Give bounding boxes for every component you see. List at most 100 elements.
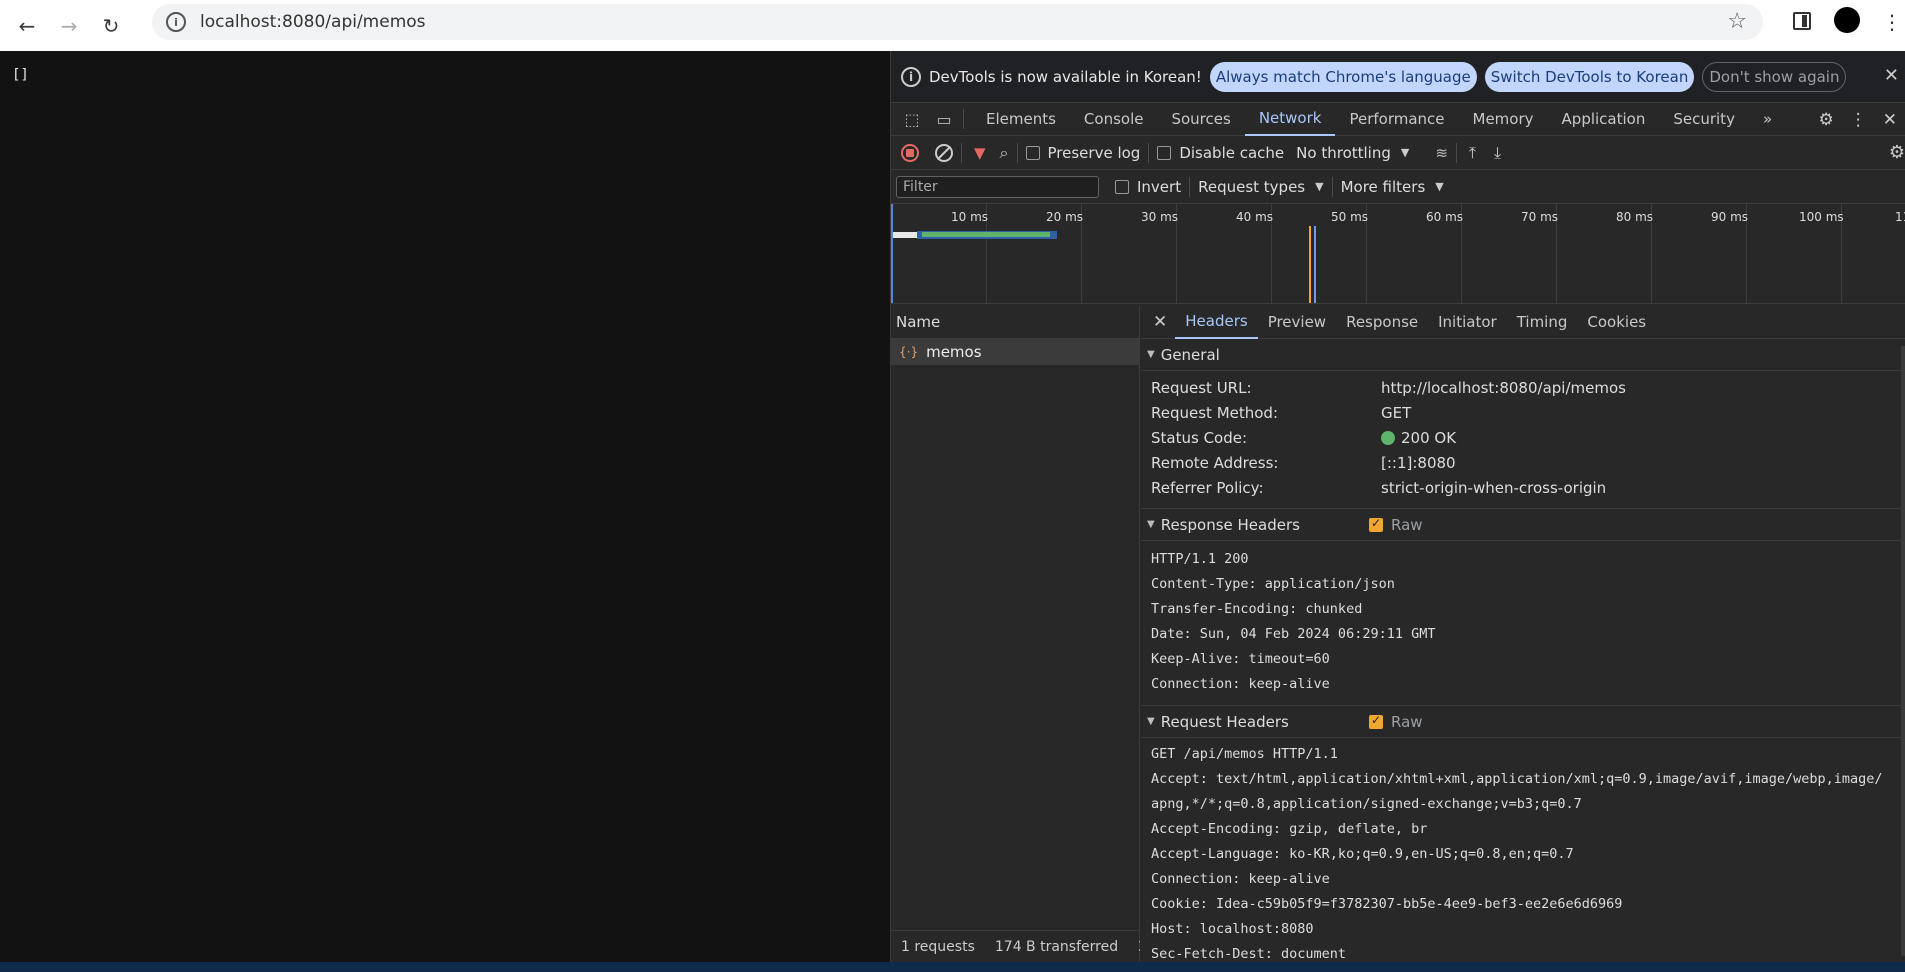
header-line: Transfer-Encoding: chunked bbox=[1151, 601, 1363, 617]
response-headers-section-header[interactable]: ▼ Response Headers Raw bbox=[1141, 509, 1905, 541]
device-toolbar-icon[interactable]: ▭ bbox=[933, 108, 955, 130]
network-overview-timeline[interactable]: 10 ms 20 ms 30 ms 40 ms 50 ms 60 ms 70 m… bbox=[891, 204, 1905, 304]
chevron-down-icon: ▼ bbox=[1400, 146, 1410, 159]
tab-performance[interactable]: Performance bbox=[1335, 103, 1458, 136]
json-file-icon: {·} bbox=[899, 345, 919, 359]
header-line: Keep-Alive: timeout=60 bbox=[1151, 651, 1330, 667]
search-icon[interactable]: ⌕ bbox=[1000, 143, 1009, 163]
tab-cookies[interactable]: Cookies bbox=[1577, 306, 1656, 339]
tick-label: 70 ms bbox=[1521, 210, 1559, 224]
request-count: 1 requests bbox=[901, 938, 975, 955]
network-conditions-icon[interactable]: ≋ bbox=[1435, 144, 1448, 162]
arrow-left-icon: ← bbox=[18, 13, 36, 38]
upload-icon[interactable]: ⤒ bbox=[1469, 143, 1476, 163]
more-filters-select[interactable]: More filters ▼ bbox=[1341, 178, 1444, 196]
list-item[interactable]: {·} memos bbox=[891, 339, 1139, 365]
invert-checkbox[interactable]: Invert bbox=[1115, 178, 1181, 196]
tab-console[interactable]: Console bbox=[1070, 103, 1158, 136]
match-language-button[interactable]: Always match Chrome's language bbox=[1209, 61, 1477, 92]
os-taskbar bbox=[0, 962, 1905, 972]
transferred-size: 174 B transferred bbox=[994, 938, 1119, 955]
header-line: Connection: keep-alive bbox=[1151, 871, 1330, 887]
tick-label: 60 ms bbox=[1426, 210, 1464, 224]
devtools-panel: i DevTools is now available in Korean! A… bbox=[890, 51, 1905, 962]
side-panel-icon[interactable] bbox=[1793, 12, 1811, 30]
status-extra: 2 bbox=[1128, 939, 1140, 955]
download-icon[interactable]: ⤓ bbox=[1494, 143, 1501, 163]
request-types-select[interactable]: Request types ▼ bbox=[1198, 178, 1324, 196]
header-line: apng,*/*;q=0.8,application/signed-exchan… bbox=[1151, 796, 1582, 812]
tab-response[interactable]: Response bbox=[1336, 306, 1428, 339]
gear-icon[interactable]: ⚙ bbox=[1889, 142, 1905, 163]
filter-icon[interactable]: ▼ bbox=[974, 144, 986, 162]
close-icon[interactable]: ✕ bbox=[1153, 312, 1167, 332]
request-name: memos bbox=[926, 343, 982, 361]
kebab-menu-icon[interactable]: ⋮ bbox=[1882, 10, 1902, 34]
star-icon[interactable]: ☆ bbox=[1727, 9, 1747, 34]
language-infobar: i DevTools is now available in Korean! A… bbox=[891, 51, 1905, 103]
switch-language-button[interactable]: Switch DevTools to Korean bbox=[1484, 61, 1695, 92]
arrow-right-icon: → bbox=[60, 13, 78, 38]
tab-memory[interactable]: Memory bbox=[1459, 103, 1548, 136]
header-line: Accept: text/html,application/xhtml+xml,… bbox=[1151, 771, 1883, 787]
request-list: Name {·} memos 1 requests 174 B transfer… bbox=[891, 306, 1140, 962]
tick-label: 11 bbox=[1895, 210, 1905, 224]
reload-button[interactable]: ↻ bbox=[96, 11, 126, 41]
close-icon[interactable]: ✕ bbox=[1883, 110, 1897, 130]
triangle-down-icon: ▼ bbox=[1147, 349, 1155, 360]
devtools-tabs: ⬚ ▭ Elements Console Sources Network Per… bbox=[891, 103, 1905, 136]
request-detail-panel: ✕ Headers Preview Response Initiator Tim… bbox=[1141, 306, 1905, 962]
header-line: Accept-Encoding: gzip, deflate, br bbox=[1151, 821, 1428, 837]
tab-preview[interactable]: Preview bbox=[1258, 306, 1336, 339]
general-row: Status Code: 200 OK bbox=[1151, 428, 1457, 447]
address-url[interactable]: localhost:8080/api/memos bbox=[200, 12, 426, 32]
dom-content-loaded-marker bbox=[1309, 226, 1311, 303]
dont-show-again-button[interactable]: Don't show again bbox=[1702, 61, 1847, 92]
tab-initiator[interactable]: Initiator bbox=[1428, 306, 1507, 339]
tab-elements[interactable]: Elements bbox=[972, 103, 1070, 136]
back-button[interactable]: ← bbox=[12, 11, 42, 41]
info-icon[interactable]: i bbox=[166, 12, 186, 32]
header-line: Accept-Language: ko-KR,ko;q=0.9,en-US;q=… bbox=[1151, 846, 1574, 862]
load-marker bbox=[1314, 226, 1316, 303]
header-line: Host: localhost:8080 bbox=[1151, 921, 1314, 937]
detail-tabs: ✕ Headers Preview Response Initiator Tim… bbox=[1141, 306, 1905, 339]
address-bar[interactable]: i localhost:8080/api/memos ☆ bbox=[152, 4, 1763, 40]
filter-bar: Filter Invert Request types ▼ More filter… bbox=[891, 170, 1905, 204]
throttling-select[interactable]: No throttling ▼ bbox=[1296, 144, 1409, 162]
name-column-header[interactable]: Name bbox=[891, 306, 1139, 339]
inspect-element-icon[interactable]: ⬚ bbox=[901, 108, 923, 130]
disable-cache-checkbox[interactable]: Disable cache bbox=[1157, 144, 1284, 162]
tab-security[interactable]: Security bbox=[1659, 103, 1749, 136]
request-headers-section-header[interactable]: ▼ Request Headers Raw bbox=[1141, 706, 1905, 738]
kebab-menu-icon[interactable]: ⋮ bbox=[1850, 110, 1867, 130]
request-headers-section: GET /api/memos HTTP/1.1 Accept: text/htm… bbox=[1141, 738, 1905, 962]
forward-button[interactable]: → bbox=[54, 11, 84, 41]
general-section-header[interactable]: ▼ General bbox=[1141, 339, 1905, 371]
more-tabs-icon[interactable]: » bbox=[1749, 103, 1786, 136]
tab-sources[interactable]: Sources bbox=[1157, 103, 1244, 136]
page-content: [] bbox=[12, 67, 29, 83]
close-icon[interactable]: ✕ bbox=[1884, 65, 1899, 86]
avatar[interactable] bbox=[1834, 7, 1860, 33]
raw-checkbox[interactable]: Raw bbox=[1369, 516, 1423, 534]
tick-label: 20 ms bbox=[1046, 210, 1084, 224]
filter-input[interactable]: Filter bbox=[896, 175, 1099, 198]
tab-timing[interactable]: Timing bbox=[1507, 306, 1578, 339]
scrollbar[interactable] bbox=[1901, 346, 1905, 956]
gear-icon[interactable]: ⚙ bbox=[1819, 110, 1834, 130]
tab-network[interactable]: Network bbox=[1244, 103, 1336, 136]
tick-label: 50 ms bbox=[1331, 210, 1369, 224]
tab-headers[interactable]: Headers bbox=[1175, 306, 1258, 339]
preserve-log-checkbox[interactable]: Preserve log bbox=[1025, 144, 1140, 162]
record-icon[interactable] bbox=[901, 143, 919, 162]
chevron-down-icon: ▼ bbox=[1315, 180, 1324, 193]
clear-icon[interactable] bbox=[935, 143, 953, 162]
timeline-bar-download bbox=[917, 231, 1057, 239]
page-viewport: [] bbox=[0, 51, 890, 962]
raw-checkbox[interactable]: Raw bbox=[1369, 713, 1423, 731]
tab-application[interactable]: Application bbox=[1548, 103, 1660, 136]
general-row: Request URL: http://localhost:8080/api/me… bbox=[1151, 378, 1626, 397]
reload-icon: ↻ bbox=[102, 13, 120, 38]
header-line: Cookie: Idea-c59b05f9=f3782307-bb5e-4ee9… bbox=[1151, 896, 1623, 912]
